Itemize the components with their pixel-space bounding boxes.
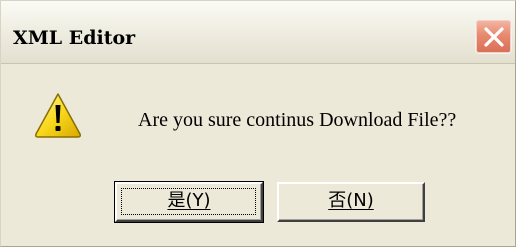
- yes-button-label: 是(Y): [167, 190, 211, 211]
- no-button-label: 否(N): [328, 190, 374, 211]
- yes-button[interactable]: 是(Y): [114, 181, 264, 223]
- title-bar[interactable]: XML Editor: [1, 1, 515, 64]
- message-dialog: XML Editor Are you sure continus Downloa…: [0, 0, 516, 247]
- close-button[interactable]: [475, 19, 512, 54]
- close-icon: [484, 27, 504, 47]
- window-title: XML Editor: [13, 27, 136, 49]
- warning-icon: [35, 93, 81, 138]
- dialog-message: Are you sure continus Download File??: [138, 109, 457, 131]
- no-button[interactable]: 否(N): [277, 182, 425, 222]
